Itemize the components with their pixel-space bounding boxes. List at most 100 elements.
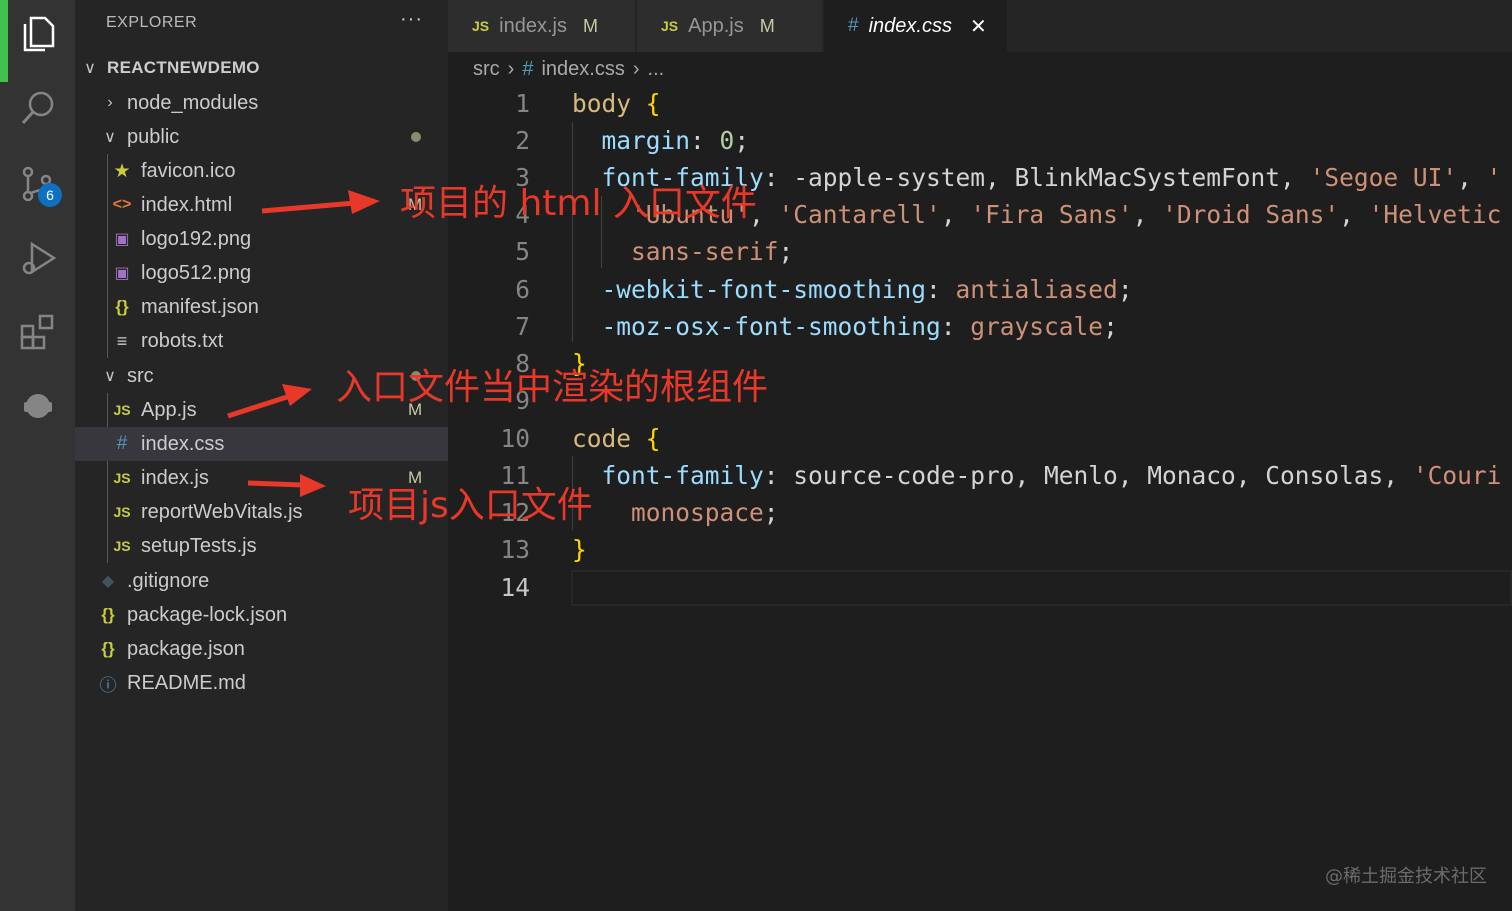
tree-file-manifest[interactable]: {} manifest.json [75,290,448,324]
css-string: 'Cantarell' [778,200,941,229]
tab-index-css[interactable]: # index.css ✕ [824,0,1008,52]
json-file-icon: {} [101,639,115,658]
html-file-icon: <> [112,196,132,213]
css-file-icon: # [522,57,534,80]
annotation-root-component: 入口文件当中渲染的根组件 [336,367,769,408]
text-file-icon: ≡ [116,330,128,351]
close-icon[interactable]: ✕ [970,14,987,39]
active-indicator [0,0,8,82]
tree-file-index-css[interactable]: # index.css [75,427,448,461]
activity-bar: 6 [0,0,75,911]
css-string: 'Helvetic [1368,200,1502,229]
tree-label: logo192.png [141,227,252,250]
js-file-icon: JS [113,504,131,520]
tree-label: logo512.png [141,261,252,284]
tab-index-js[interactable]: JS index.js M [448,0,636,52]
line-number: 6 [515,275,530,304]
line-number: 5 [515,237,530,266]
line-number: 13 [500,535,530,564]
tree-label: index.js [141,466,209,489]
breadcrumb: src › # index.css › ... [473,56,664,82]
tree-root[interactable]: ∨ REACTNEWDEMO [75,51,448,85]
tab-label: App.js [688,14,744,37]
js-file-icon: JS [661,18,679,34]
live-share-icon[interactable] [12,380,64,432]
annotation-js-entry: 项目js入口文件 [348,485,593,526]
info-icon: ⓘ [99,675,117,695]
search-icon[interactable] [12,82,64,134]
tree-label: reportWebVitals.js [141,500,303,523]
css-value: source-code-pro, Menlo, Monaco, Consolas… [793,461,1413,490]
code-line-6: -webkit-font-smoothing: antialiased; [601,275,1133,304]
css-value: monospace [631,498,764,527]
chevron-right-icon: › [507,57,515,80]
line-number: 2 [515,126,530,155]
tree-file-package-lock[interactable]: {} package-lock.json [75,598,448,632]
tree-file-robots[interactable]: ≡ robots.txt [75,324,448,358]
chevron-down-icon: ∨ [104,368,116,385]
tree-file-package[interactable]: {} package.json [75,632,448,666]
chevron-down-icon: ∨ [104,129,116,146]
breadcrumb-folder[interactable]: src [473,58,500,81]
annotation-html-entry: 项目的 html 入口文件 [400,183,757,224]
css-property: font-family [601,461,764,490]
tree-file-logo192[interactable]: ▣ logo192.png [75,222,448,256]
tab-app-js[interactable]: JS App.js M [637,0,823,52]
breadcrumb-file[interactable]: index.css [541,58,624,81]
watermark: @稀土掘金技术社区 [1325,866,1487,887]
tree-label: setupTests.js [141,534,257,557]
tree-label: App.js [141,398,197,421]
css-property: -moz-osx-font-smoothing [601,312,941,341]
tree-file-favicon[interactable]: ★ favicon.ico [75,154,448,188]
modified-dot-icon [411,132,421,142]
tree-label: favicon.ico [141,159,236,182]
current-line-highlight [571,570,1512,606]
code-line-12: monospace; [631,498,779,527]
css-string: 'Segoe UI' [1309,163,1458,192]
tree-label: .gitignore [127,569,210,592]
css-file-icon: # [848,15,859,36]
breadcrumb-more[interactable]: ... [648,58,665,81]
line-number: 1 [515,89,530,118]
tree-label: package-lock.json [127,603,288,626]
root-folder-label: REACTNEWDEMO [107,58,260,77]
css-selector: code [572,424,632,453]
line-number: 10 [500,424,530,453]
tab-modified-marker: M [582,15,598,36]
code-line-11: font-family: source-code-pro, Menlo, Mon… [601,461,1502,490]
tab-modified-marker: M [759,15,775,36]
tree-label: README.md [127,671,246,694]
tree-label: index.css [141,432,225,455]
tree-label: package.json [127,637,245,660]
code-line-2: margin: 0; [601,126,750,155]
git-file-icon: ◆ [101,573,115,590]
json-file-icon: {} [115,297,129,316]
extensions-icon[interactable] [12,306,64,358]
chevron-down-icon: ∨ [84,60,96,77]
star-icon: ★ [113,160,131,182]
more-actions-button[interactable]: ··· [400,8,423,31]
files-icon[interactable] [12,8,64,60]
run-debug-icon[interactable] [12,232,64,284]
explorer-sidebar: EXPLORER ··· ∨ REACTNEWDEMO › node_modul… [75,0,448,911]
tree-label: src [127,364,154,387]
css-string: 'Fira Sans' [970,200,1133,229]
tree-file-index-html[interactable]: <> index.html [75,188,448,222]
tree-label: node_modules [127,91,259,114]
tab-label: index.js [499,14,567,37]
tree-file-readme[interactable]: ⓘ README.md [75,666,448,700]
css-number: 0 [719,126,735,155]
tree-file-gitignore[interactable]: ◆ .gitignore [75,564,448,598]
json-file-icon: {} [101,605,115,624]
tree-folder-node-modules[interactable]: › node_modules [75,86,448,120]
tree-folder-public[interactable]: ∨ public [75,120,448,154]
css-value: -apple-system, BlinkMacSystemFont, [793,163,1310,192]
line-number-current: 14 [500,573,530,602]
tree-file-setup-tests[interactable]: JS setupTests.js [75,529,448,563]
css-file-icon: # [116,433,128,454]
css-string: 'Couri [1412,461,1502,490]
tree-file-logo512[interactable]: ▣ logo512.png [75,256,448,290]
css-property: margin [601,126,691,155]
tab-label: index.css [868,14,952,37]
chevron-right-icon: › [632,57,640,80]
